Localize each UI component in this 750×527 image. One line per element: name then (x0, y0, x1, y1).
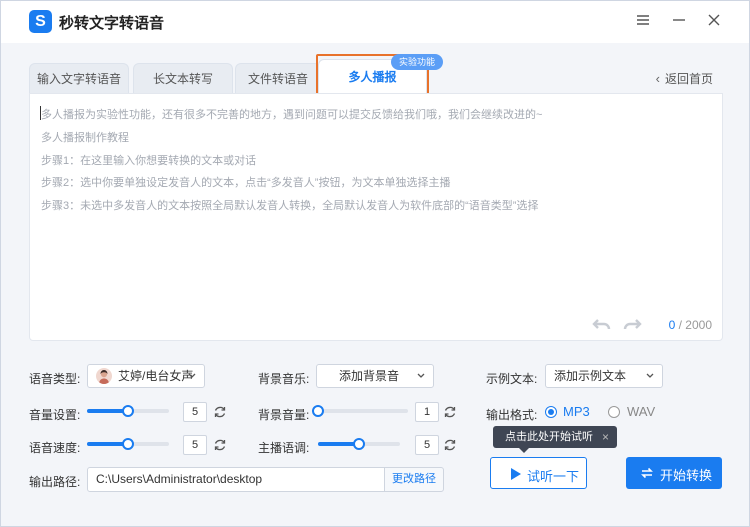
slider-knob[interactable] (122, 405, 134, 417)
tab-file-to-speech[interactable]: 文件转语音 (235, 63, 321, 93)
chevron-down-icon (646, 373, 654, 378)
tone-slider[interactable] (318, 437, 400, 451)
bg-volume-label: 背景音量: (258, 408, 310, 422)
editor-line: 步骤3：未选中多发音人的文本按照全局默认发音人转换，全局默认发音人为软件底部的“… (41, 200, 539, 212)
tab-text-to-speech[interactable]: 输入文字转语音 (29, 63, 129, 93)
volume-label: 音量设置: (29, 408, 81, 422)
listen-button-label: 试听一下 (527, 469, 580, 484)
chevron-down-icon (417, 373, 425, 378)
app-window: S 秒转文字转语音 输入文字转语音 长文本转写 文件转语音 多人播报 实验功能 … (0, 0, 750, 527)
editor-line: 多人播报制作教程 (41, 132, 129, 144)
app-title: 秒转文字转语音 (59, 15, 165, 32)
chevron-left-icon: ‹ (655, 71, 660, 86)
start-convert-button[interactable]: 开始转换 (626, 457, 722, 489)
voice-type-value: 艾婷/电台女声 (118, 369, 194, 383)
text-editor[interactable]: 多人播报为实验性功能，还有很多不完善的地方，遇到问题可以提交反馈给我们哦，我们会… (29, 93, 723, 341)
slider-knob[interactable] (122, 438, 134, 450)
bg-volume-value[interactable]: 1 (415, 402, 439, 422)
example-text-label: 示例文本: (486, 372, 538, 386)
minimize-icon[interactable] (670, 13, 688, 31)
slider-knob[interactable] (353, 438, 365, 450)
change-path-button[interactable]: 更改路径 (384, 467, 444, 492)
output-path-label: 输出路径: (29, 475, 81, 489)
speed-value[interactable]: 5 (183, 435, 207, 455)
convert-icon (641, 467, 653, 479)
chevron-down-icon (188, 373, 196, 378)
voice-type-select[interactable]: 艾婷/电台女声 (87, 364, 205, 388)
back-home-link[interactable]: ‹ 返回首页 (656, 70, 713, 87)
char-limit: / 2000 (678, 318, 712, 332)
tooltip-text: 点击此处开始试听 (505, 431, 593, 443)
refresh-icon[interactable] (213, 405, 227, 419)
tone-value[interactable]: 5 (415, 435, 439, 455)
tooltip-close-icon[interactable]: × (602, 426, 609, 448)
play-icon (511, 468, 521, 480)
close-icon[interactable] (705, 13, 723, 31)
listen-button[interactable]: 试听一下 (490, 457, 587, 489)
format-label: 输出格式: (486, 408, 538, 422)
bgm-select[interactable]: 添加背景音 (316, 364, 434, 388)
format-wav-radio[interactable] (608, 406, 620, 418)
tab-long-text[interactable]: 长文本转写 (133, 63, 233, 93)
menu-icon[interactable] (634, 13, 652, 31)
editor-line: 多人播报为实验性功能，还有很多不完善的地方，遇到问题可以提交反馈给我们哦，我们会… (41, 109, 543, 121)
undo-icon[interactable] (592, 316, 612, 332)
output-path-input[interactable]: C:\Users\Administrator\desktop (87, 467, 385, 492)
char-count: 0 (668, 318, 676, 332)
voice-type-label: 语音类型: (29, 372, 81, 386)
listen-tooltip: 点击此处开始试听 × (493, 426, 617, 453)
volume-value[interactable]: 5 (183, 402, 207, 422)
redo-icon[interactable] (622, 316, 642, 332)
format-mp3-radio[interactable] (545, 406, 557, 418)
format-wav-label[interactable]: WAV (627, 404, 655, 419)
speed-label: 语音速度: (29, 441, 81, 455)
refresh-icon[interactable] (443, 405, 457, 419)
refresh-icon[interactable] (213, 438, 227, 452)
tone-label: 主播语调: (258, 441, 310, 455)
app-logo-icon: S (29, 10, 52, 33)
bgm-value: 添加背景音 (339, 369, 400, 383)
editor-line: 步骤2：选中你要单独设定发音人的文本，点击“多发音人”按钮，为文本单独选择主播 (41, 177, 451, 189)
format-mp3-label[interactable]: MP3 (563, 404, 590, 419)
speed-slider[interactable] (87, 437, 169, 451)
back-home-label: 返回首页 (664, 72, 713, 86)
editor-line: 步骤1：在这里输入你想要转换的文本或对话 (41, 155, 257, 167)
bgm-label: 背景音乐: (258, 372, 310, 386)
refresh-icon[interactable] (443, 438, 457, 452)
char-counter: 0 / 2000 (669, 318, 712, 332)
slider-track (318, 409, 408, 413)
start-convert-label: 开始转换 (660, 468, 713, 483)
example-text-select[interactable]: 添加示例文本 (545, 364, 663, 388)
bg-volume-slider[interactable] (312, 404, 408, 418)
beta-badge: 实验功能 (391, 54, 444, 70)
tab-bar: 输入文字转语音 长文本转写 文件转语音 多人播报 实验功能 ‹ 返回首页 (29, 54, 723, 99)
slider-knob[interactable] (312, 405, 324, 417)
example-text-value: 添加示例文本 (554, 369, 627, 383)
volume-slider[interactable] (87, 404, 169, 418)
title-bar: S 秒转文字转语音 (1, 1, 749, 43)
avatar (96, 368, 112, 384)
